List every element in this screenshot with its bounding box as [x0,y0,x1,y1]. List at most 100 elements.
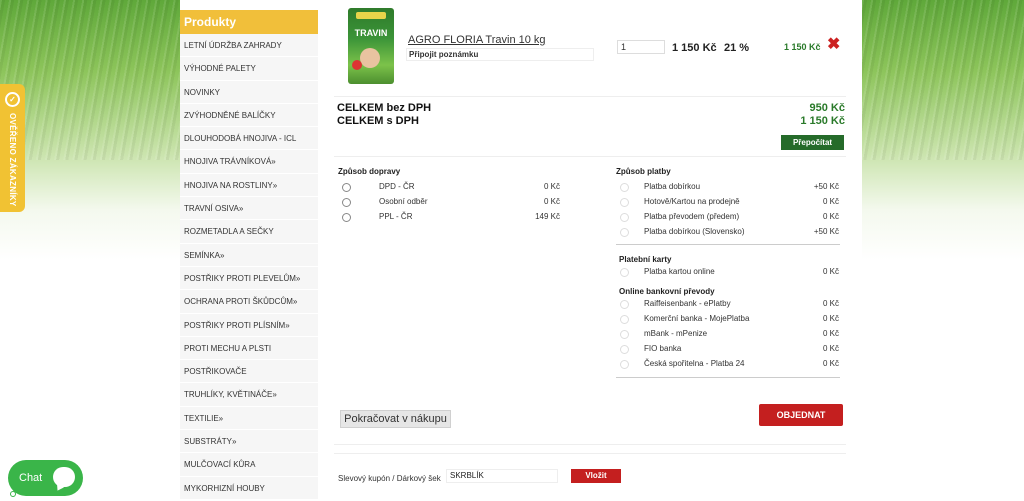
online-status-dot [10,491,16,497]
shipping-option-label: PPL - ČR [379,212,413,221]
product-image-title: TRAVIN [354,28,388,38]
divider [334,156,846,157]
sidebar-title: Produkty [180,10,318,34]
shipping-option[interactable]: Osobní odběr 0 Kč [342,196,560,209]
apply-coupon-button[interactable]: Vložit [571,469,621,483]
payment-option[interactable]: mBank - mPenize 0 Kč [620,328,839,341]
sidebar-item[interactable]: POSTŘIKY PROTI PLEVELŮM» [180,266,318,291]
payment-option[interactable]: Platba dobírkou (Slovensko) +50 Kč [620,226,839,239]
sidebar-item[interactable]: POSTŘIKOVAČE [180,360,318,384]
sidebar-item[interactable]: TEXTILIE» [180,406,318,431]
chat-widget-button[interactable]: Chat [8,460,83,497]
bank-transfers-title: Online bankovní převody [619,287,715,296]
product-image-person [360,48,380,68]
shipping-option-label: Osobní odběr [379,197,428,206]
line-total: 1 150 Kč [784,42,821,52]
sidebar-item[interactable]: MULČOVACÍ KŮRA [180,453,318,477]
payment-radio[interactable] [620,360,629,369]
payment-radio[interactable] [620,183,629,192]
shipping-radio[interactable] [342,183,351,192]
shipping-title: Způsob dopravy [338,167,401,176]
shipping-option-price: 0 Kč [543,197,560,206]
payment-radio[interactable] [620,300,629,309]
payment-option[interactable]: Komerční banka - MojePlatba 0 Kč [620,313,839,326]
payment-option-label: Komerční banka - MojePlatba [644,314,750,323]
payment-option-price: +50 Kč [813,227,839,236]
payment-option[interactable]: FIO banka 0 Kč [620,343,839,356]
payment-option[interactable]: Platba převodem (předem) 0 Kč [620,211,839,224]
shipping-radio[interactable] [342,198,351,207]
payment-radio[interactable] [620,330,629,339]
product-image[interactable]: TRAVIN [348,8,394,84]
payment-radio[interactable] [620,315,629,324]
payment-option[interactable]: Platba dobírkou +50 Kč [620,181,839,194]
shipping-radio[interactable] [342,213,351,222]
payment-option-price: 0 Kč [822,267,839,276]
sidebar-item[interactable]: ROZMETADLA A SEČKY [180,220,318,244]
brand-logo [356,12,386,19]
payment-option-price: 0 Kč [822,344,839,353]
payment-option-price: 0 Kč [822,212,839,221]
divider [616,244,840,245]
payment-radio[interactable] [620,228,629,237]
chat-bubble-icon [53,467,75,487]
payment-option-label: Platba dobírkou [644,182,701,191]
payment-radio[interactable] [620,268,629,277]
payment-option-price: 0 Kč [822,299,839,308]
sidebar-item[interactable]: VÝHODNÉ PALETY [180,57,318,81]
close-x-icon[interactable]: ✖ [827,37,840,53]
verified-shield-icon: ✓ [5,92,20,107]
recalculate-button[interactable]: Přepočítat [781,135,844,150]
sidebar-item[interactable]: SUBSTRÁTY» [180,430,318,454]
product-note-field[interactable]: Připojit poznámku [406,48,594,61]
payment-option-label: mBank - mPenize [644,329,708,338]
verified-reviews-badge[interactable]: ✓ OVĚŘENO ZÁKAZNÍKY [0,84,25,212]
sidebar-item[interactable]: DLOUHODOBÁ HNOJIVA - ICL [180,127,318,151]
sidebar-item[interactable]: NOVINKY [180,80,318,104]
sidebar-item[interactable]: POSTŘIKY PROTI PLÍSNÍM» [180,313,318,337]
sidebar-item[interactable]: MYKORHIZNÍ HOUBY [180,476,318,500]
shipping-option[interactable]: PPL - ČR 149 Kč [342,211,560,224]
divider [334,444,846,445]
continue-shopping-button[interactable]: Pokračovat v nákupu [340,410,451,428]
sidebar-item[interactable]: PROTI MECHU A PLSTI [180,336,318,361]
shipping-option-price: 0 Kč [543,182,560,191]
grass-background-left [0,0,180,501]
order-button[interactable]: OBJEDNAT [759,404,843,426]
payment-option-label: Raiffeisenbank - ePlatby [644,299,731,308]
payment-option[interactable]: Česká spořitelna - Platba 24 0 Kč [620,358,839,371]
payment-option-label: Česká spořitelna - Platba 24 [644,359,745,368]
payment-option[interactable]: Hotově/Kartou na prodejně 0 Kč [620,196,839,209]
cart-main: TRAVIN AGRO FLORIA Travin 10 kg Připojit… [330,0,850,501]
sidebar-item[interactable]: LETNÍ ÚDRŽBA ZAHRADY [180,34,318,58]
payment-option[interactable]: Raiffeisenbank - ePlatby 0 Kč [620,298,839,311]
payment-option-label: FIO banka [644,344,682,353]
sidebar-item[interactable]: HNOJIVA NA ROSTLINY» [180,173,318,198]
quantity-input[interactable]: 1 [617,40,665,54]
chat-label: Chat [19,472,43,484]
payment-option-label: Platba převodem (předem) [644,212,740,221]
payment-radio[interactable] [620,213,629,222]
sidebar-item[interactable]: HNOJIVA TRÁVNÍKOVÁ» [180,150,318,174]
payment-option-label: Hotově/Kartou na prodejně [644,197,740,206]
payment-option[interactable]: Platba kartou online 0 Kč [620,266,839,279]
sidebar-item[interactable]: SEMÍNKA» [180,243,318,267]
payment-option-label: Platba dobírkou (Slovensko) [644,227,745,236]
sidebar-item[interactable]: TRUHLÍKY, KVĚTINÁČE» [180,383,318,407]
payment-option-price: 0 Kč [822,197,839,206]
coupon-input[interactable]: SKRBLÍK [446,469,558,483]
unit-price: 1 150 Kč [672,42,717,54]
total-with-vat-value: 1 150 Kč [800,115,845,127]
sidebar-item[interactable]: TRAVNÍ OSIVA» [180,197,318,221]
payment-radio[interactable] [620,198,629,207]
payment-option-price: 0 Kč [822,329,839,338]
coupon-label: Slevový kupón / Dárkový šek [338,474,441,483]
sidebar-item[interactable]: ZVÝHODNĚNÉ BALÍČKY [180,103,318,128]
shipping-option[interactable]: DPD - ČR 0 Kč [342,181,560,194]
product-name-link[interactable]: AGRO FLORIA Travin 10 kg [408,34,546,46]
payment-radio[interactable] [620,345,629,354]
grass-background-right [862,0,1024,501]
sidebar-item[interactable]: OCHRANA PROTI ŠKŮDCŮM» [180,290,318,314]
category-sidebar: Produkty LETNÍ ÚDRŽBA ZAHRADY VÝHODNÉ PAL… [180,0,318,501]
payment-option-price: 0 Kč [822,314,839,323]
